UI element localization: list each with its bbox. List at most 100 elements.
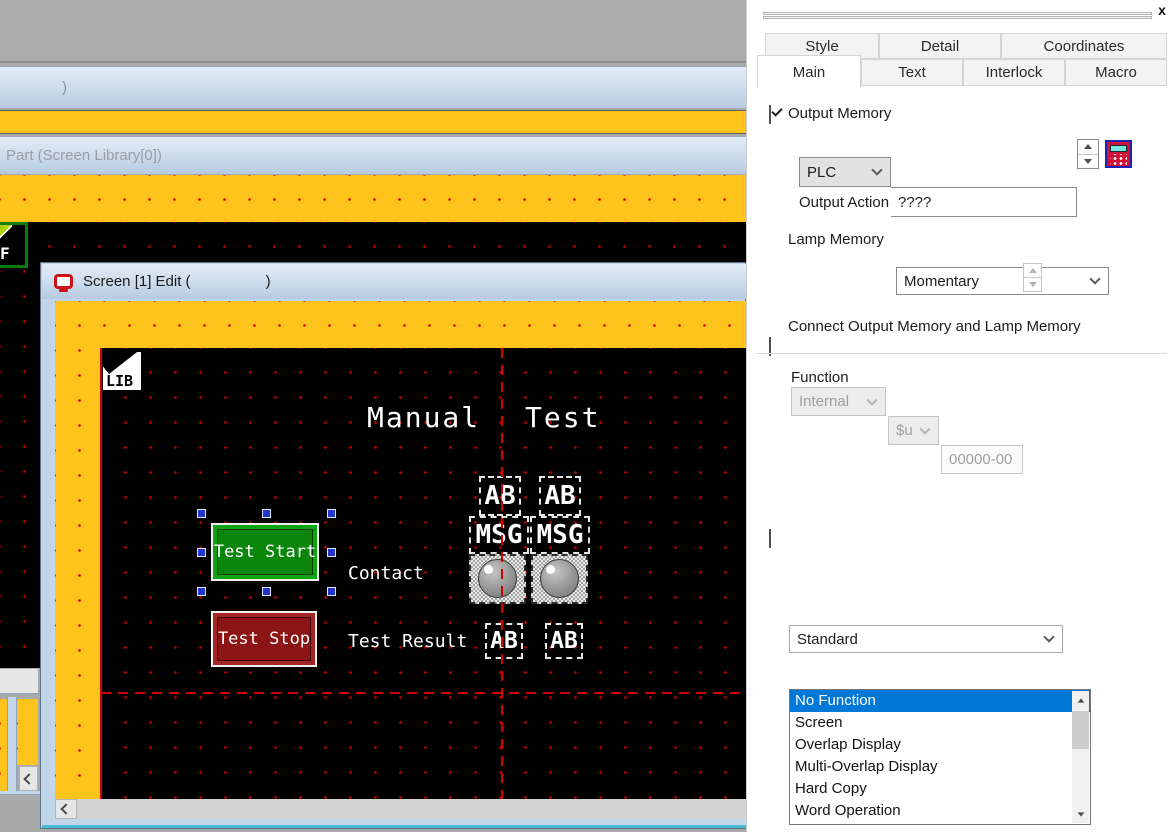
output-action-label: Output Action	[799, 194, 889, 211]
keypad-screen	[1110, 145, 1127, 152]
tab-coordinates[interactable]: Coordinates	[1001, 33, 1167, 59]
panel-close-button[interactable]: x	[1153, 0, 1171, 20]
lamp-device-select[interactable]: Internal	[791, 387, 886, 416]
part-window-scrollbar[interactable]	[0, 668, 38, 695]
small-window-scroll-left-button[interactable]	[19, 766, 38, 791]
output-device-select[interactable]: PLC	[799, 157, 891, 187]
screen-edit-window: Screen [1] Edit ( ) S LIB Manual Test AB…	[40, 262, 746, 829]
screen-window-title: Screen [1] Edit ( )	[83, 273, 271, 290]
tab-macro[interactable]: Macro	[1065, 59, 1167, 86]
function-item-overlap-display[interactable]: Overlap Display	[790, 734, 1090, 756]
vertical-center-guide	[501, 348, 503, 799]
origin-guide-line	[100, 348, 102, 799]
connect-memory-label: Connect Output Memory and Lamp Memory	[788, 318, 1081, 335]
selection-handle[interactable]	[262, 587, 271, 596]
screen-title-text[interactable]: Manual Test	[367, 401, 600, 434]
tab-main[interactable]: Main	[757, 55, 861, 88]
selection-handle[interactable]	[197, 587, 206, 596]
spin-down-icon	[1029, 282, 1037, 287]
screen-window-hscrollbar[interactable]	[55, 799, 747, 819]
test-start-switch-selected[interactable]: Test Start	[197, 509, 336, 596]
library-switch-part[interactable]: F	[0, 222, 28, 268]
lamp-part-2[interactable]	[531, 554, 588, 604]
contact-label[interactable]: Contact	[348, 563, 424, 584]
message-part-msg-1[interactable]: MSG	[469, 516, 529, 554]
scroll-up-icon	[1077, 698, 1084, 702]
message-part-ab-2[interactable]: AB	[539, 476, 581, 516]
lamp-address-spinner[interactable]	[1023, 263, 1042, 292]
function-item-no-function[interactable]: No Function	[790, 690, 1090, 712]
chevron-down-icon	[1043, 631, 1054, 642]
output-address-spinner[interactable]	[1077, 139, 1099, 169]
desktop-background-corner	[0, 796, 40, 832]
address-keypad-button[interactable]	[1105, 140, 1132, 168]
selection-handle[interactable]	[327, 548, 336, 557]
function-list-scrollbar[interactable]	[1072, 691, 1089, 823]
function-list-scroll-thumb[interactable]	[1072, 711, 1089, 749]
test-stop-switch[interactable]: Test Stop	[211, 611, 317, 667]
test-start-switch[interactable]: Test Start	[211, 523, 319, 581]
keypad-keys	[1110, 154, 1127, 165]
spin-down-icon	[1084, 159, 1092, 164]
scroll-left-icon	[60, 803, 71, 814]
selection-handle[interactable]	[197, 548, 206, 557]
screen-window-bottom-accent	[42, 825, 746, 828]
message-part-msg-2[interactable]: MSG	[530, 516, 590, 554]
screen-icon	[54, 274, 73, 289]
screen-library-badge[interactable]: S LIB	[103, 352, 141, 390]
panel-drag-gripper[interactable]	[763, 12, 1152, 21]
screen-edit-canvas[interactable]: S LIB Manual Test AB AB MSG MSG	[55, 301, 747, 799]
tab-detail[interactable]: Detail	[879, 33, 1001, 59]
result-part-ab-1[interactable]: AB	[485, 623, 523, 659]
part-window-titlebar[interactable]: Part (Screen Library[0])	[0, 136, 746, 174]
output-memory-checkbox[interactable]	[769, 105, 771, 124]
test-start-label: Test Start	[214, 542, 316, 562]
main-toolbar	[0, 0, 746, 63]
background-window-content	[0, 110, 746, 134]
small-window-bottom-edge	[0, 791, 40, 795]
hscroll-left-button[interactable]	[55, 799, 77, 819]
function-type-select[interactable]: Standard	[789, 625, 1063, 653]
function-item-hard-copy[interactable]: Hard Copy	[790, 778, 1090, 800]
slib-bottom-label: LIB	[106, 372, 133, 390]
library-part-corner-icon	[0, 225, 12, 241]
lamp-address-field[interactable]: 00000-00	[941, 445, 1023, 474]
selection-handle[interactable]	[327, 509, 336, 518]
function-listbox[interactable]: No Function Screen Overlap Display Multi…	[789, 689, 1091, 825]
selection-handle[interactable]	[262, 509, 271, 518]
lamp-type-select[interactable]: $u	[888, 416, 939, 445]
chevron-down-icon	[1089, 273, 1100, 284]
library-part-label: F	[0, 244, 10, 263]
tab-text[interactable]: Text	[861, 59, 963, 86]
tab-interlock[interactable]: Interlock	[963, 59, 1065, 86]
connect-memory-checkbox[interactable]	[769, 529, 771, 548]
scroll-left-icon	[23, 773, 34, 784]
background-window-title: )	[62, 79, 67, 96]
spin-up-icon	[1029, 268, 1037, 273]
test-stop-label: Test Stop	[218, 629, 310, 649]
section-separator	[757, 353, 1167, 354]
function-item-screen[interactable]: Screen	[790, 712, 1090, 734]
screen-window-titlebar[interactable]: Screen [1] Edit ( )	[42, 264, 746, 299]
function-item-word-operation[interactable]: Word Operation	[790, 800, 1090, 822]
output-action-select[interactable]: Momentary	[896, 267, 1109, 295]
message-part-ab-1[interactable]: AB	[479, 476, 521, 516]
function-item-multi-overlap-display[interactable]: Multi-Overlap Display	[790, 756, 1090, 778]
spin-up-icon	[1084, 144, 1092, 149]
selection-handle[interactable]	[197, 509, 206, 518]
result-part-ab-2[interactable]: AB	[545, 623, 583, 659]
properties-panel: x Style Detail Coordinates Main Text Int…	[746, 0, 1174, 832]
chevron-down-icon	[871, 164, 882, 175]
output-memory-label: Output Memory	[788, 105, 891, 122]
test-result-label[interactable]: Test Result	[348, 631, 467, 652]
background-window-titlebar[interactable]: )	[0, 66, 746, 108]
output-address-field[interactable]: ????	[891, 187, 1077, 217]
lamp-part-1[interactable]	[469, 554, 526, 604]
lamp-memory-label: Lamp Memory	[788, 231, 884, 248]
selection-handle[interactable]	[327, 587, 336, 596]
scroll-down-icon	[1077, 812, 1084, 816]
part-window-title: Part (Screen Library[0])	[6, 147, 162, 164]
horizontal-center-guide	[101, 692, 747, 694]
part-window-margin	[0, 175, 746, 222]
chevron-down-icon	[919, 423, 930, 434]
